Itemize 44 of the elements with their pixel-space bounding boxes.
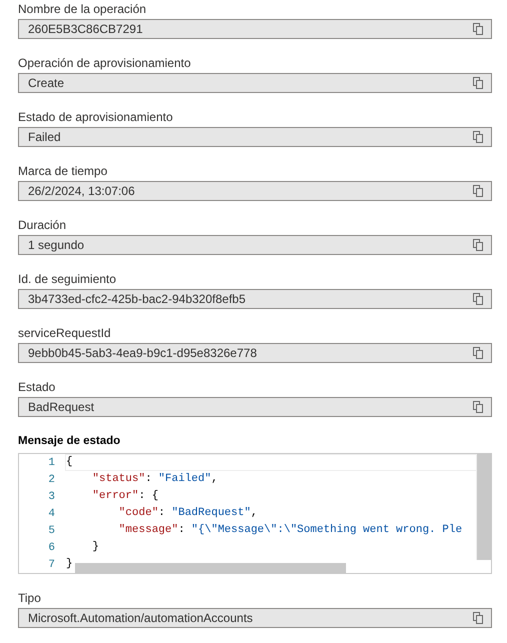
field-label: Operación de aprovisionamiento — [18, 56, 192, 71]
field-label: Marca de tiempo — [18, 164, 108, 179]
read-only-field[interactable]: Create — [18, 73, 492, 93]
code-line: "status": "Failed", — [91, 472, 219, 487]
code-line: "error": { — [91, 489, 160, 504]
read-only-field[interactable]: Failed — [18, 127, 492, 147]
field-label: Estado de aprovisionamiento — [18, 110, 174, 125]
field-label: Duración — [18, 218, 68, 233]
line-number: 4 — [47, 508, 56, 520]
horizontal-scrollbar[interactable] — [75, 563, 346, 573]
copy-icon[interactable] — [473, 347, 483, 359]
line-number: 3 — [47, 490, 56, 502]
copy-icon[interactable] — [473, 239, 483, 251]
copy-icon[interactable] — [473, 77, 483, 89]
line-number: 2 — [47, 474, 56, 486]
code-line: "code": "BadRequest", — [118, 506, 258, 521]
read-only-field[interactable]: 26/2/2024, 13:07:06 — [18, 181, 492, 201]
copy-icon[interactable] — [473, 23, 483, 35]
field-label: Estado — [18, 380, 56, 395]
code-line: "message": "{\"Message\":\"Something went wrong. Ple — [118, 523, 464, 538]
read-only-field[interactable]: 9ebb0b45-5ab3-4ea9-b9c1-d95e8326e778 — [18, 343, 492, 363]
code-line: } — [65, 557, 74, 572]
line-number: 5 — [47, 524, 56, 536]
vertical-scrollbar[interactable] — [476, 454, 491, 560]
line-number: 7 — [47, 558, 56, 570]
read-only-field[interactable]: 3b4733ed-cfc2-425b-bac2-94b320f8efb5 — [18, 289, 492, 309]
read-only-field[interactable]: 260E5B3C86CB7291 — [18, 19, 492, 39]
copy-icon[interactable] — [473, 131, 483, 143]
field-label: Tipo — [18, 591, 42, 606]
copy-icon[interactable] — [473, 293, 483, 305]
read-only-field[interactable]: Microsoft.Automation/automationAccounts — [18, 608, 492, 628]
field-label: Mensaje de estado — [18, 434, 122, 449]
code-editor[interactable]: 1 { 2 "status": "Failed", 3 "error": { 4 "code": "BadRequest", 5 "message": "{\"Message\":\"Something went wrong. Ple 6 } 7 } — [18, 453, 492, 574]
line-number: 6 — [47, 542, 56, 554]
code-line: } — [91, 540, 100, 555]
field-label: Id. de seguimiento — [18, 272, 118, 287]
copy-icon[interactable] — [473, 401, 483, 413]
line-number: 1 — [47, 456, 56, 468]
copy-icon[interactable] — [473, 185, 483, 197]
read-only-field[interactable]: BadRequest — [18, 397, 492, 417]
field-label: Nombre de la operación — [18, 2, 148, 17]
field-label: serviceRequestId — [18, 326, 112, 341]
read-only-field[interactable]: 1 segundo — [18, 235, 492, 255]
copy-icon[interactable] — [473, 612, 483, 624]
